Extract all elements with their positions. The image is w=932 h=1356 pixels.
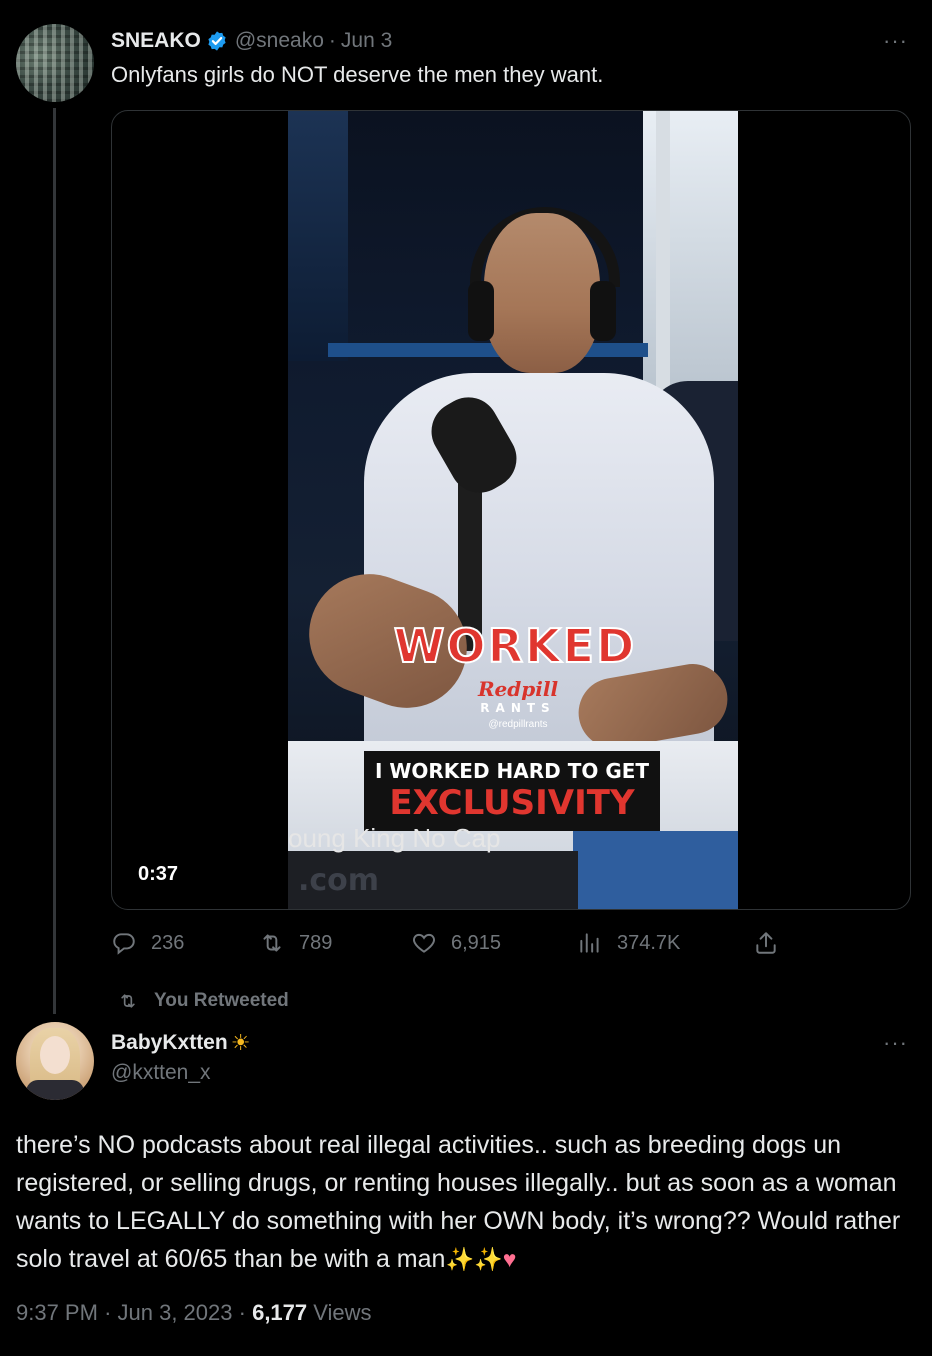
video-caption-line2: EXCLUSIVITY: [389, 783, 635, 823]
rants-logo-text: RANTS: [480, 701, 556, 715]
sparkles-emoji-icon: ✨: [445, 1246, 475, 1272]
separator-dot: ·: [328, 29, 336, 52]
retweet-label: You Retweeted: [154, 990, 289, 1011]
reply-icon: [113, 933, 135, 955]
views-button[interactable]: 374.7K: [577, 930, 680, 956]
tweet-views-label: Views: [313, 1300, 372, 1325]
main-tweet-text-container: there’s NO podcasts about real illegal a…: [16, 1126, 916, 1278]
views-icon: [580, 933, 599, 953]
retweet-button[interactable]: 789: [259, 930, 332, 956]
like-button[interactable]: 6,915: [411, 930, 501, 956]
heart-emoji-icon: ♥: [502, 1246, 517, 1272]
reply-count: 236: [151, 931, 185, 954]
retweet-count: 789: [299, 931, 333, 954]
tweet-views-count: 6,177: [252, 1300, 308, 1325]
sneako-avatar[interactable]: [16, 24, 94, 102]
verified-badge-icon: [208, 31, 226, 51]
sneako-handle[interactable]: @sneako: [235, 29, 324, 53]
sun-emoji-icon: ☀: [230, 1030, 251, 1055]
tweet-time[interactable]: 9:37 PM: [16, 1300, 98, 1325]
video-bottom-text: .com: [298, 863, 380, 898]
babykxtten-display-name[interactable]: BabyKxtten: [111, 1031, 228, 1055]
retweet-icon: [263, 934, 281, 952]
separator-dot: ·: [104, 1300, 112, 1325]
sparkles-emoji-icon: ✨: [474, 1246, 503, 1272]
sneako-header: SNEAKO @sneako · Jun 3: [111, 26, 392, 56]
video-caption-worked: WORKED: [393, 618, 637, 674]
babykxtten-header: BabyKxtten ☀: [111, 1028, 250, 1058]
like-count: 6,915: [451, 931, 502, 954]
redpill-logo-text: Redpill: [477, 677, 559, 701]
tweet-actions: 236 789 6,915 374.7K: [111, 930, 791, 960]
video-watermark: oung King No Cap: [288, 823, 501, 853]
retweet-indicator[interactable]: You Retweeted: [118, 990, 289, 1012]
more-icon[interactable]: ···: [883, 1030, 908, 1056]
share-icon: [756, 932, 776, 954]
sneako-tweet-date[interactable]: Jun 3: [341, 29, 392, 53]
sneako-tweet-text: Onlyfans girls do NOT deserve the men th…: [111, 62, 604, 87]
video-caption-line1: I WORKED HARD TO GET: [374, 759, 650, 783]
like-icon: [413, 933, 435, 953]
retweet-small-icon: [121, 994, 135, 1008]
logo-handle-text: @redpillrants: [488, 719, 548, 730]
thread-connector-line: [53, 108, 56, 1014]
video-player[interactable]: WORKED Redpill RANTS @redpillrants I WOR…: [111, 110, 911, 910]
sneako-display-name[interactable]: SNEAKO: [111, 29, 201, 53]
separator-dot: ·: [238, 1300, 246, 1325]
video-duration: 0:37: [138, 863, 179, 885]
tweet-metadata: 9:37 PM · Jun 3, 2023 · 6,177 Views: [16, 1300, 372, 1326]
video-frame[interactable]: WORKED Redpill RANTS @redpillrants I WOR…: [288, 111, 738, 909]
more-icon[interactable]: ···: [883, 28, 908, 54]
babykxtten-avatar[interactable]: [16, 1022, 94, 1100]
share-button[interactable]: [753, 930, 793, 956]
views-count: 374.7K: [617, 931, 681, 954]
babykxtten-handle[interactable]: @kxtten_x: [111, 1061, 211, 1085]
reply-button[interactable]: 236: [111, 930, 184, 956]
tweet-date[interactable]: Jun 3, 2023: [118, 1300, 233, 1325]
